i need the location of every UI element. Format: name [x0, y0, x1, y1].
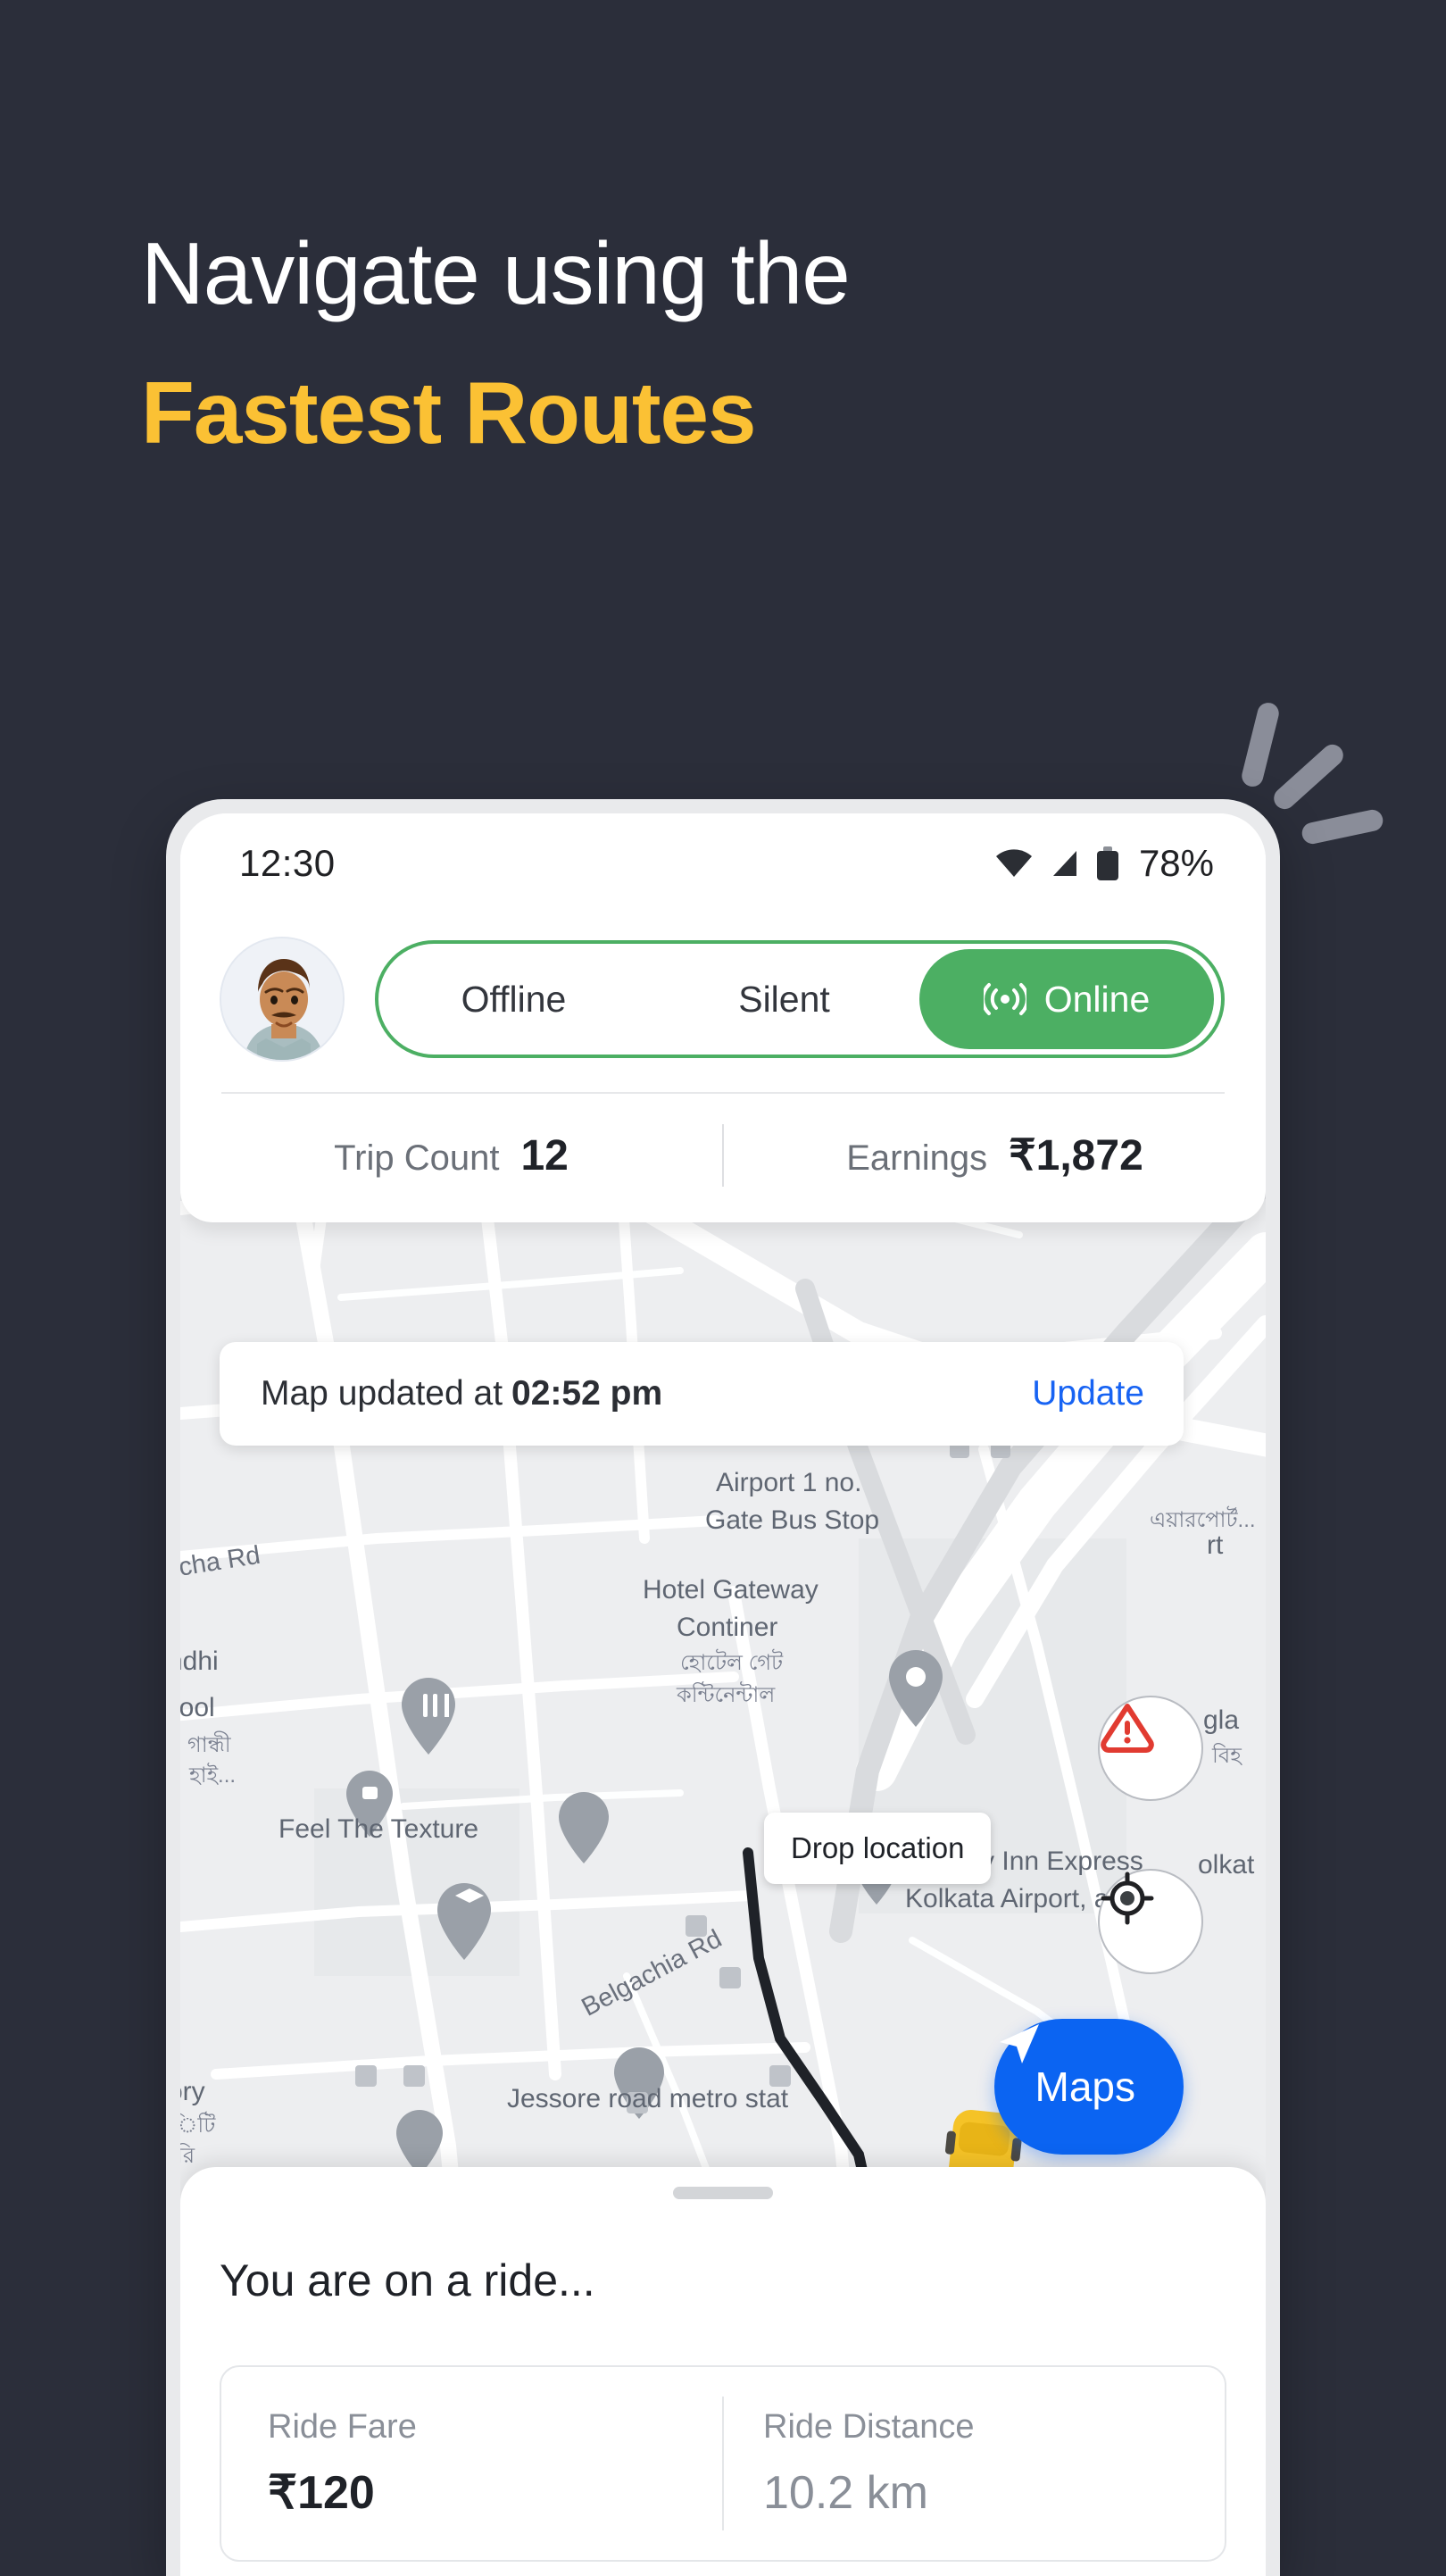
- driver-stats-row: Trip Count 12 Earnings ₹1,872: [180, 1094, 1266, 1217]
- maps-button[interactable]: Maps: [993, 2019, 1184, 2155]
- map-label: Airport 1 no.: [716, 1468, 862, 1497]
- map-label: িটি: [180, 2113, 216, 2138]
- maps-button-label: Maps: [1035, 2063, 1135, 2110]
- drop-location-callout[interactable]: Drop location: [764, 1813, 992, 1884]
- battery-percent-label: 78%: [1138, 842, 1214, 884]
- driver-header-card: Offline Silent Online Trip Count 12 Earn…: [180, 913, 1266, 1222]
- stat-earnings-value: ₹1,872: [1009, 1132, 1143, 1180]
- map-update-prefix: Map updated at: [261, 1374, 503, 1413]
- driver-avatar-illustration: [221, 938, 343, 1060]
- battery-icon: [1096, 846, 1118, 880]
- driver-status-row: Offline Silent Online: [180, 913, 1266, 1092]
- map-label: Feel The Texture: [278, 1814, 479, 1844]
- map-label: hool: [180, 1693, 215, 1722]
- map-label: Hotel Gateway: [643, 1575, 819, 1605]
- status-option-silent[interactable]: Silent: [649, 979, 919, 1021]
- map-label: হোটেল গেট: [680, 1651, 784, 1675]
- ride-bottom-sheet[interactable]: You are on a ride... Ride Fare ₹120 Ride…: [180, 2167, 1266, 2576]
- ride-fare-column: Ride Fare ₹120: [229, 2408, 722, 2520]
- headline-line-2: Fastest Routes: [141, 363, 757, 462]
- map-label: ory: [180, 2077, 205, 2106]
- stat-earnings: Earnings ₹1,872: [724, 1130, 1266, 1180]
- crosshair-icon: [1101, 1872, 1154, 1925]
- recenter-button[interactable]: [1098, 1869, 1203, 1974]
- status-option-online-label: Online: [1043, 978, 1151, 1020]
- stat-earnings-label: Earnings: [846, 1138, 988, 1178]
- bottom-sheet-drag-handle[interactable]: [673, 2187, 773, 2199]
- driver-status-toggle[interactable]: Offline Silent Online: [375, 940, 1225, 1058]
- map-label: বিহ: [1212, 1744, 1242, 1768]
- warning-triangle-icon: [1101, 1704, 1154, 1753]
- ride-distance-label: Ride Distance: [763, 2407, 975, 2446]
- status-option-online[interactable]: Online: [919, 949, 1214, 1049]
- map-label: rt: [1207, 1530, 1224, 1560]
- ride-status-title: You are on a ride...: [220, 2255, 595, 2305]
- sparkle-ray-icon: [1269, 739, 1348, 814]
- ride-distance-value: 10.2 km: [763, 2466, 928, 2519]
- sos-button[interactable]: [1098, 1696, 1203, 1801]
- map-label: Continer: [677, 1613, 778, 1642]
- sparkle-ray-icon: [1239, 700, 1282, 789]
- phone-screen: Durganagar Airport Parking Spa Airport 1…: [180, 813, 1266, 2576]
- ride-details-card: Ride Fare ₹120 Ride Distance 10.2 km: [220, 2365, 1226, 2562]
- map-label: ndhi: [180, 1646, 219, 1676]
- cellular-signal-icon: [1052, 851, 1076, 876]
- ride-fare-label: Ride Fare: [268, 2407, 417, 2446]
- map-label: গান্ধী: [187, 1733, 231, 1757]
- avatar[interactable]: [220, 937, 345, 1062]
- phone-mockup: Durganagar Airport Parking Spa Airport 1…: [166, 799, 1280, 2576]
- map-label: Jessore road metro stat: [507, 2084, 789, 2113]
- sparkle-rays-decoration: [1232, 696, 1385, 846]
- map-label: হাই...: [189, 1763, 237, 1788]
- stat-trip-count-label: Trip Count: [334, 1138, 500, 1178]
- map-label: এয়ারপোর্ট...: [1150, 1508, 1256, 1532]
- hero-headline: Navigate using the Fastest Routes: [141, 223, 1212, 463]
- navigation-arrow-icon: [999, 2024, 1039, 2063]
- map-label: রি: [180, 2144, 195, 2168]
- status-option-offline[interactable]: Offline: [378, 979, 649, 1021]
- ride-distance-column: Ride Distance 10.2 km: [724, 2408, 1217, 2520]
- map-label: Gate Bus Stop: [705, 1505, 880, 1535]
- status-bar-icons: 78%: [994, 842, 1214, 885]
- map-update-time: 02:52 pm: [511, 1374, 663, 1413]
- map-update-button[interactable]: Update: [1032, 1374, 1144, 1413]
- stat-trip-count-value: 12: [520, 1131, 569, 1180]
- map-update-text: Map updated at 02:52 pm: [261, 1374, 662, 1413]
- headline-line-1: Navigate using the: [141, 224, 851, 322]
- map-label: কন্টিনেন্টাল: [677, 1683, 776, 1707]
- status-bar-time: 12:30: [239, 842, 336, 884]
- map-label: olkat: [1198, 1850, 1255, 1880]
- map-label: gla: [1203, 1705, 1240, 1735]
- stat-trip-count: Trip Count 12: [180, 1131, 722, 1180]
- wifi-icon: [995, 849, 1032, 877]
- status-bar: 12:30 78%: [180, 813, 1266, 913]
- sparkle-ray-icon: [1300, 807, 1385, 846]
- broadcast-icon: [983, 983, 1026, 1015]
- ride-fare-value: ₹120: [268, 2466, 375, 2519]
- map-update-bar[interactable]: Map updated at 02:52 pm Update: [220, 1342, 1184, 1446]
